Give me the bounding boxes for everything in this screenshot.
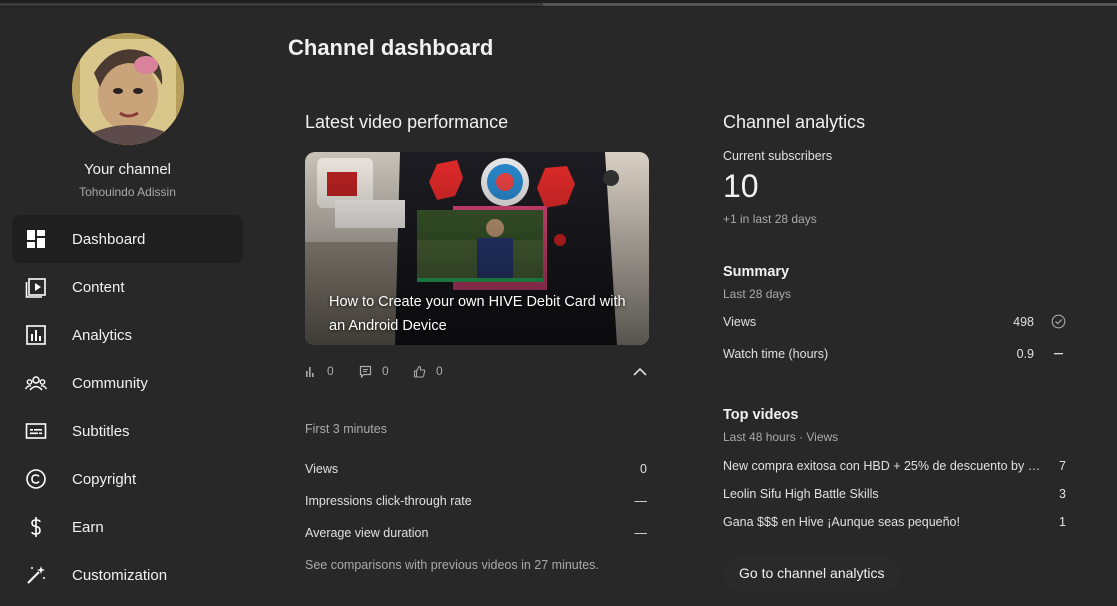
analytics-title: Channel analytics <box>723 112 866 132</box>
sidebar-item-dashboard[interactable]: Dashboard <box>12 215 243 263</box>
top-video-title: New compra exitosa con HBD + 25% de desc… <box>723 459 1045 473</box>
thumbs-up-icon <box>413 365 426 378</box>
sidebar-item-label: Customization <box>72 566 168 584</box>
top-video-views: 7 <box>1059 459 1066 473</box>
go-to-channel-analytics-button[interactable]: Go to channel analytics <box>723 556 901 590</box>
video-stats: 0 0 0 <box>305 364 650 384</box>
sidebar-item-label: Content <box>72 278 125 296</box>
metric-label: Average view duration <box>305 526 429 540</box>
top-video-views: 1 <box>1059 515 1066 529</box>
views-stat: 0 <box>305 364 334 378</box>
sidebar-item-analytics[interactable]: Analytics <box>12 311 243 359</box>
subtitles-icon <box>25 423 47 439</box>
earn-icon <box>31 517 41 537</box>
latest-video-title: Latest video performance <box>305 112 509 132</box>
metric-row: Average view duration — <box>305 526 647 540</box>
community-icon <box>25 376 47 391</box>
top-video-row[interactable]: Gana $$$ en Hive ¡Aunque seas pequeño! 1 <box>723 515 1068 529</box>
metric-value: — <box>634 526 648 540</box>
dashboard-icon <box>27 230 45 248</box>
sidebar: Your channel Tohouindo Adissin Dashboard… <box>0 7 255 606</box>
sidebar-nav: Dashboard Content Analytics Community Su… <box>12 215 243 599</box>
top-video-row[interactable]: Leolin Sifu High Battle Skills 3 <box>723 487 1068 501</box>
video-thumbnail[interactable]: How to Create your own HIVE Debit Card w… <box>305 152 649 345</box>
analytics-icon <box>26 325 46 345</box>
sidebar-item-label: Community <box>72 374 148 392</box>
top-video-row[interactable]: New compra exitosa con HBD + 25% de desc… <box>723 459 1068 473</box>
views-count: 0 <box>327 364 334 378</box>
subscribers-change: +1 in last 28 days <box>723 212 817 226</box>
summary-period: Last 28 days <box>723 287 792 301</box>
metric-value: — <box>634 494 648 508</box>
summary-value: 498 <box>1013 315 1034 329</box>
sidebar-item-label: Copyright <box>72 470 137 488</box>
top-video-title: Leolin Sifu High Battle Skills <box>723 487 879 501</box>
metric-row: Views 0 <box>305 462 647 476</box>
sidebar-item-label: Analytics <box>72 326 133 344</box>
top-videos-title: Top videos <box>723 407 799 423</box>
channel-analytics-card: Channel analytics Current subscribers 10… <box>723 112 1068 590</box>
bar-chart-icon <box>306 367 314 377</box>
summary-row: Watch time (hours) 0.9 <box>723 347 1068 361</box>
channel-avatar[interactable] <box>72 33 184 145</box>
comments-count: 0 <box>382 364 389 378</box>
content-icon <box>25 278 46 298</box>
summary-label: Watch time (hours) <box>723 347 829 361</box>
channel-title: Your channel <box>83 161 172 178</box>
check-circle-icon <box>1051 314 1066 329</box>
metric-label: Impressions click-through rate <box>305 494 472 508</box>
summary-title: Summary <box>723 264 790 280</box>
sidebar-item-content[interactable]: Content <box>12 263 243 311</box>
sidebar-item-community[interactable]: Community <box>12 359 243 407</box>
top-video-title: Gana $$$ en Hive ¡Aunque seas pequeño! <box>723 515 960 529</box>
latest-video-card: Latest video performance How to Create y… <box>305 112 650 572</box>
sidebar-item-copyright[interactable]: Copyright <box>12 455 243 503</box>
channel-handle: Tohouindo Adissin <box>79 185 176 199</box>
loading-bar <box>0 0 1117 7</box>
subscribers-label: Current subscribers <box>723 149 833 163</box>
metrics-period: First 3 minutes <box>305 422 387 436</box>
video-title: How to Create your own HIVE Debit Card w… <box>329 294 626 334</box>
top-videos-period: Last 48 hours · Views <box>723 430 839 444</box>
compare-note: See comparisons with previous videos in … <box>305 558 599 572</box>
summary-value: 0.9 <box>1016 347 1034 361</box>
sidebar-item-subtitles[interactable]: Subtitles <box>12 407 243 455</box>
comments-stat: 0 <box>359 364 389 378</box>
copyright-icon <box>26 469 46 489</box>
summary-label: Views <box>723 315 757 329</box>
customization-icon <box>27 566 45 584</box>
metric-row: Impressions click-through rate — <box>305 494 647 508</box>
summary-row: Views 498 <box>723 314 1068 329</box>
metric-label: Views <box>305 462 339 476</box>
page-title: Channel dashboard <box>288 35 494 60</box>
sidebar-item-customization[interactable]: Customization <box>12 551 243 599</box>
sidebar-item-earn[interactable]: Earn <box>12 503 243 551</box>
likes-count: 0 <box>436 364 443 378</box>
sidebar-item-label: Dashboard <box>72 230 146 248</box>
comment-icon <box>359 365 372 378</box>
subscribers-count: 10 <box>723 168 759 204</box>
likes-stat: 0 <box>413 364 443 378</box>
metric-value: 0 <box>640 462 647 476</box>
chevron-up-icon[interactable] <box>632 366 648 378</box>
sidebar-item-label: Subtitles <box>72 422 130 440</box>
dash-icon <box>1054 353 1063 355</box>
sidebar-item-label: Earn <box>72 518 104 536</box>
top-video-views: 3 <box>1059 487 1066 501</box>
